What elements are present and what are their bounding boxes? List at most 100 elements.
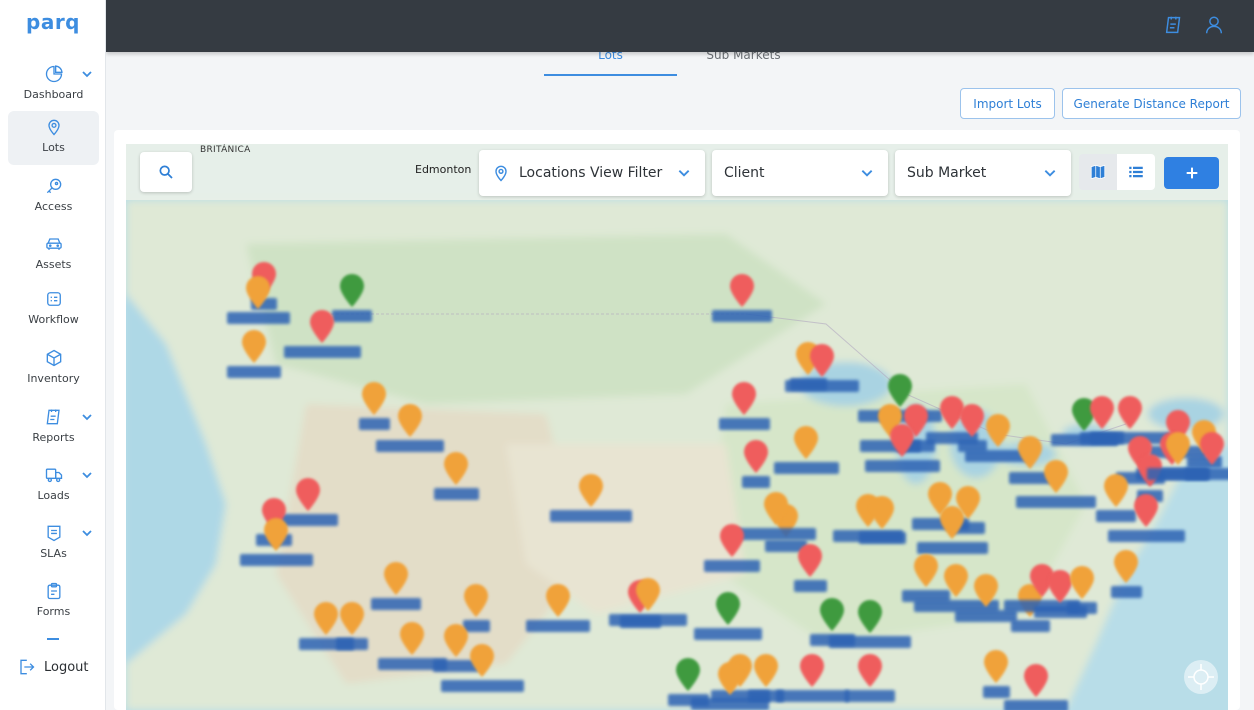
map-marker[interactable]	[262, 518, 290, 552]
map-marker[interactable]	[730, 382, 758, 416]
car-icon	[8, 234, 99, 256]
map-marker[interactable]	[752, 654, 780, 688]
map-marker[interactable]	[742, 440, 770, 474]
report-icon[interactable]	[1163, 14, 1185, 36]
map-search-button[interactable]	[140, 152, 192, 192]
sidebar-item-slas[interactable]: SLAs	[8, 517, 99, 571]
map-marker[interactable]	[1068, 566, 1096, 600]
map-marker[interactable]	[798, 654, 826, 688]
map-marker[interactable]	[912, 554, 940, 588]
map-marker[interactable]	[716, 662, 744, 696]
sidebar-item-forms[interactable]: Forms	[8, 575, 99, 629]
map-marker[interactable]	[796, 544, 824, 578]
map-marker-label	[433, 488, 479, 500]
map-view-toggle[interactable]	[1079, 154, 1117, 190]
logout-button[interactable]: Logout	[16, 657, 89, 677]
chevron-down-icon[interactable]	[81, 469, 93, 481]
map-marker-label	[736, 528, 816, 540]
map-marker[interactable]	[244, 276, 272, 310]
map-marker[interactable]	[396, 404, 424, 438]
map-marker[interactable]	[577, 474, 605, 508]
map-marker[interactable]	[1088, 396, 1116, 430]
map-marker[interactable]	[634, 578, 662, 612]
map-marker[interactable]	[382, 562, 410, 596]
map-marker[interactable]	[1042, 460, 1070, 494]
sidebar-item-inventory[interactable]: Inventory	[8, 342, 99, 396]
parq-logo[interactable]: parq	[0, 12, 106, 33]
map-marker[interactable]	[1198, 432, 1226, 466]
sidebar-item-reports[interactable]: Reports	[8, 401, 99, 455]
map-marker[interactable]	[818, 598, 846, 632]
map-marker[interactable]	[442, 624, 470, 658]
tab-sub-markets[interactable]: Sub Markets	[677, 48, 810, 76]
map-marker[interactable]	[972, 574, 1000, 608]
map-marker[interactable]	[1164, 432, 1192, 466]
map-marker[interactable]	[762, 492, 790, 526]
map-marker[interactable]	[808, 344, 836, 378]
select-value: Client	[724, 165, 765, 181]
sidebar-item-lots[interactable]: Lots	[8, 111, 99, 165]
map-marker[interactable]	[984, 414, 1012, 448]
map-marker[interactable]	[1102, 474, 1130, 508]
locations-view-filter-select[interactable]: Locations View Filter	[479, 150, 705, 196]
sub-market-select[interactable]: Sub Market	[895, 150, 1071, 196]
generate-distance-report-button[interactable]: Generate Distance Report	[1062, 88, 1241, 119]
map-marker[interactable]	[856, 600, 884, 634]
list-view-toggle[interactable]	[1117, 154, 1155, 190]
map-marker[interactable]	[1016, 436, 1044, 470]
map-marker[interactable]	[1116, 396, 1144, 430]
chevron-down-icon[interactable]	[81, 411, 93, 423]
map-marker[interactable]	[308, 310, 336, 344]
map-marker[interactable]	[1022, 664, 1050, 698]
map-marker[interactable]	[468, 644, 496, 678]
sidebar-item-label: Reports	[32, 431, 75, 444]
map-marker-label	[785, 380, 859, 392]
map-marker-label	[1067, 602, 1097, 614]
chevron-down-icon[interactable]	[81, 527, 93, 539]
map-marker-label	[283, 346, 361, 358]
map-marker[interactable]	[240, 330, 268, 364]
map-marker-label	[226, 312, 290, 324]
map-marker[interactable]	[792, 426, 820, 460]
map-marker[interactable]	[1112, 550, 1140, 584]
map-marker[interactable]	[312, 602, 340, 636]
map-marker[interactable]	[856, 654, 884, 688]
map-marker[interactable]	[1132, 494, 1160, 528]
map-marker[interactable]	[728, 274, 756, 308]
map-marker-label	[829, 636, 911, 648]
logout-icon	[20, 659, 35, 675]
chevron-down-icon[interactable]	[81, 68, 93, 80]
map-marker[interactable]	[674, 658, 702, 692]
map-marker-label	[694, 628, 762, 640]
map-marker[interactable]	[338, 274, 366, 308]
map-marker[interactable]	[942, 564, 970, 598]
import-lots-button[interactable]: Import Lots	[960, 88, 1055, 119]
map-marker[interactable]	[462, 584, 490, 618]
tab-lots[interactable]: Lots	[544, 48, 677, 76]
map-marker[interactable]	[718, 524, 746, 558]
map-marker[interactable]	[982, 650, 1010, 684]
sidebar-item-assets[interactable]: Assets	[8, 228, 99, 282]
map-marker-label	[440, 680, 524, 692]
map-marker[interactable]	[938, 506, 966, 540]
map-marker[interactable]	[294, 478, 322, 512]
map-marker[interactable]	[338, 602, 366, 636]
user-icon[interactable]	[1203, 14, 1225, 36]
client-select[interactable]: Client	[712, 150, 888, 196]
map-marker[interactable]	[544, 584, 572, 618]
sidebar-item-access[interactable]: Access	[8, 170, 99, 224]
map-marker[interactable]	[886, 374, 914, 408]
lots-map[interactable]: BRITÁNICA Edmonton Locations View Filter…	[126, 144, 1228, 710]
map-marker[interactable]	[360, 382, 388, 416]
map-marker[interactable]	[888, 424, 916, 458]
map-marker[interactable]	[868, 496, 896, 530]
map-marker[interactable]	[398, 622, 426, 656]
sidebar-item-dashboard[interactable]: Dashboard	[8, 58, 99, 112]
map-marker[interactable]	[714, 592, 742, 626]
sidebar-item-loads[interactable]: Loads	[8, 459, 99, 513]
locate-me-button[interactable]	[1184, 660, 1218, 694]
map-marker[interactable]	[958, 404, 986, 438]
sidebar-item-workflow[interactable]: Workflow	[8, 283, 99, 337]
add-lot-button[interactable]	[1164, 157, 1219, 189]
map-marker[interactable]	[442, 452, 470, 486]
